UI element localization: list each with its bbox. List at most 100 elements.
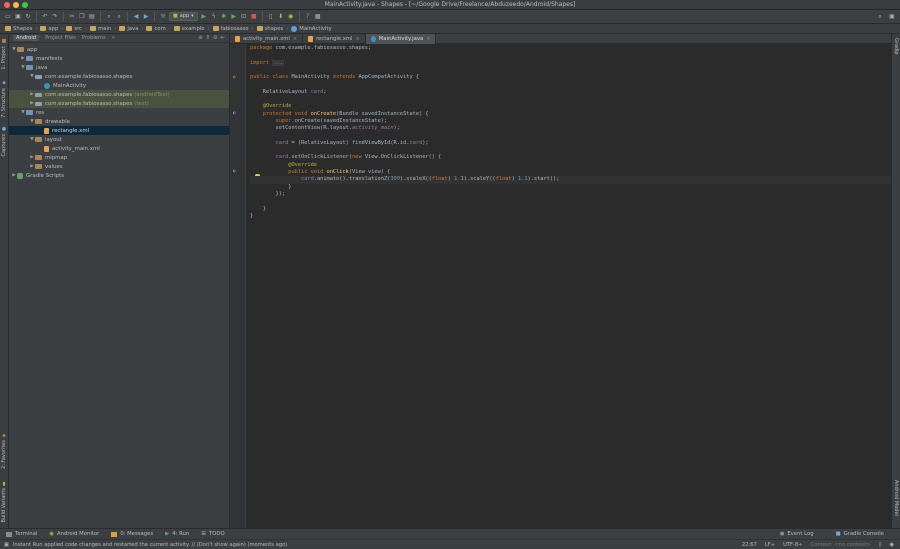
code-editor[interactable]: ◐ ◐ ◐ package com.example.fabiosasso.sha… xyxy=(230,44,891,528)
status-message[interactable]: Instant Run applied code changes and res… xyxy=(13,542,287,548)
tool-android-monitor[interactable]: ◉ Android Monitor xyxy=(43,531,105,537)
hide-panel-icon[interactable]: ⇤ xyxy=(221,35,225,41)
bottom-tool-bar-right: ● Event Log ■ Gradle Console xyxy=(774,531,890,537)
android-monitor-icon[interactable]: ◉ xyxy=(287,13,295,21)
tree-item[interactable]: ▼ res xyxy=(9,108,229,117)
editor-tab[interactable]: MainActivity.java × xyxy=(365,34,437,44)
toggle-tool-windows-icon[interactable]: ▣ xyxy=(4,542,9,548)
run-icon: ▶ xyxy=(165,531,170,537)
save-all-icon[interactable]: ▣ xyxy=(14,13,22,21)
tool-gradle-console[interactable]: ■ Gradle Console xyxy=(830,531,890,537)
apply-changes-icon[interactable]: ϟ xyxy=(210,13,218,21)
tool-messages[interactable]: 0: Messages xyxy=(105,531,159,537)
override-marker-icon[interactable]: ◐ xyxy=(233,111,236,116)
tool-tab-build-variants[interactable]: Build Variants ▮ xyxy=(1,480,7,522)
tree-item[interactable]: ▶ values xyxy=(9,162,229,171)
forward-icon[interactable]: ▶ xyxy=(142,13,150,21)
implement-marker-icon[interactable]: ◐ xyxy=(233,169,236,174)
cut-icon[interactable]: ✂ xyxy=(68,13,76,21)
project-view-tab[interactable]: Android xyxy=(13,35,40,41)
tree-item[interactable]: ▶ mipmap xyxy=(9,153,229,162)
code-token: 1).scaleY(( xyxy=(460,176,496,183)
paste-icon[interactable]: ▤ xyxy=(88,13,96,21)
sdk-manager-icon[interactable]: ⬇ xyxy=(277,13,285,21)
tool-tab-favorites[interactable]: 2: Favorites ★ xyxy=(1,432,7,469)
code-line: setContentView(R.layout.activity_main); xyxy=(250,125,891,132)
file-encoding[interactable]: UTF-8÷ xyxy=(783,542,802,548)
help-icon[interactable]: ? xyxy=(304,13,312,21)
tool-tab-project[interactable]: 1: Project ■ xyxy=(1,38,7,70)
breadcrumb-item[interactable]: java xyxy=(116,26,141,32)
tool-event-log[interactable]: ● Event Log xyxy=(774,531,820,537)
make-project-icon[interactable]: ⚒ xyxy=(159,13,167,21)
run-config-select[interactable]: ■ app ▾ xyxy=(169,12,198,21)
breadcrumb-item[interactable]: app xyxy=(37,26,61,32)
settings-icon[interactable]: ▦ xyxy=(314,13,322,21)
caret-position[interactable]: 22:67 xyxy=(742,542,757,548)
tree-item[interactable]: ▶ manifests xyxy=(9,54,229,63)
redo-icon[interactable]: ↷ xyxy=(51,13,59,21)
toolbar-divider xyxy=(36,12,37,21)
tree-item[interactable]: ▼ app xyxy=(9,45,229,54)
coverage-icon[interactable]: ▶ xyxy=(230,13,238,21)
close-tab-icon[interactable]: × xyxy=(426,36,430,42)
breadcrumb-item[interactable]: fabiosasso xyxy=(210,26,252,32)
run-icon[interactable]: ▶ xyxy=(200,13,208,21)
editor-tab[interactable]: rectangle.xml × xyxy=(303,34,366,44)
collapse-all-icon[interactable]: ⇕ xyxy=(206,35,210,41)
code-token: .setOnClickListener( xyxy=(288,154,353,161)
open-folder-icon[interactable]: ▭ xyxy=(4,13,12,21)
tree-item-label: com.example.fabiosasso.shapes xyxy=(45,91,133,98)
project-view-tab[interactable]: Problems xyxy=(82,35,106,41)
tool-tab-captures[interactable]: Captures ● xyxy=(1,126,7,157)
tree-item[interactable]: rectangle.xml xyxy=(9,126,229,135)
tree-item[interactable]: activity_main.xml xyxy=(9,144,229,153)
sync-scroll-icon[interactable]: ⊕ xyxy=(198,35,202,41)
breadcrumb-item[interactable]: src xyxy=(63,26,85,32)
find-icon[interactable]: ⌕ xyxy=(105,13,113,21)
lock-icon[interactable]: ▯ xyxy=(879,542,882,548)
stop-icon[interactable]: ■ xyxy=(250,13,258,21)
attach-debugger-icon[interactable]: ⊡ xyxy=(240,13,248,21)
search-everywhere-icon[interactable]: ⌕ xyxy=(876,13,884,21)
debug-icon[interactable]: ✱ xyxy=(220,13,228,21)
line-separator[interactable]: LF÷ xyxy=(765,542,775,548)
back-icon[interactable]: ◀ xyxy=(132,13,140,21)
tree-item[interactable]: ▼ layout xyxy=(9,135,229,144)
close-tab-icon[interactable]: × xyxy=(356,36,360,42)
breadcrumb-item[interactable]: com xyxy=(143,26,168,32)
close-tab-icon[interactable]: × xyxy=(293,36,297,42)
toolbar-divider xyxy=(127,12,128,21)
copy-icon[interactable]: ❐ xyxy=(78,13,86,21)
tree-item[interactable]: MainActivity xyxy=(9,81,229,90)
code-line: package com.example.fabiosasso.shapes; xyxy=(250,45,891,52)
breadcrumb-item[interactable]: example xyxy=(171,26,208,32)
tree-item[interactable]: ▼ drawable xyxy=(9,117,229,126)
avd-manager-icon[interactable]: ▯ xyxy=(267,13,275,21)
breadcrumb-item[interactable]: Shapes xyxy=(2,26,35,32)
tool-todo[interactable]: ☰ TODO xyxy=(195,531,230,537)
tree-item[interactable]: ▶ Gradle Scripts xyxy=(9,171,229,180)
tool-tab-structure[interactable]: 7: Structure ▪ xyxy=(1,80,7,118)
tree-item[interactable]: ▶ com.example.fabiosasso.shapes (test) xyxy=(9,99,229,108)
context-indicator: Context: <no context> xyxy=(810,541,871,548)
more-tabs-icon[interactable]: » xyxy=(112,35,115,41)
settings-icon[interactable]: ⚙ xyxy=(213,35,218,41)
event-icon[interactable]: ◉ xyxy=(889,542,894,548)
breadcrumb-item[interactable]: shapes xyxy=(254,26,287,32)
tree-item[interactable]: ▼ java xyxy=(9,63,229,72)
sync-icon[interactable]: ↻ xyxy=(24,13,32,21)
tool-tab-android-model[interactable]: Android Model xyxy=(893,480,899,516)
undo-icon[interactable]: ↶ xyxy=(41,13,49,21)
replace-icon[interactable]: ⌕ xyxy=(115,13,123,21)
ide-events-icon[interactable]: ▣ xyxy=(888,13,896,21)
editor-tab[interactable]: activity_main.xml × xyxy=(230,34,304,44)
project-view-tab[interactable]: Project Files xyxy=(45,35,76,41)
tree-item[interactable]: ▼ com.example.fabiosasso.shapes xyxy=(9,72,229,81)
tool-run[interactable]: ▶ 4: Run xyxy=(159,531,195,537)
tree-item[interactable]: ▶ com.example.fabiosasso.shapes (androidTe… xyxy=(9,90,229,99)
tool-terminal[interactable]: Terminal xyxy=(0,531,43,537)
code-token: .animate().translationZ( xyxy=(313,176,391,183)
breadcrumb-item[interactable]: MainActivity xyxy=(288,25,334,32)
breadcrumb-item[interactable]: main xyxy=(87,26,114,32)
